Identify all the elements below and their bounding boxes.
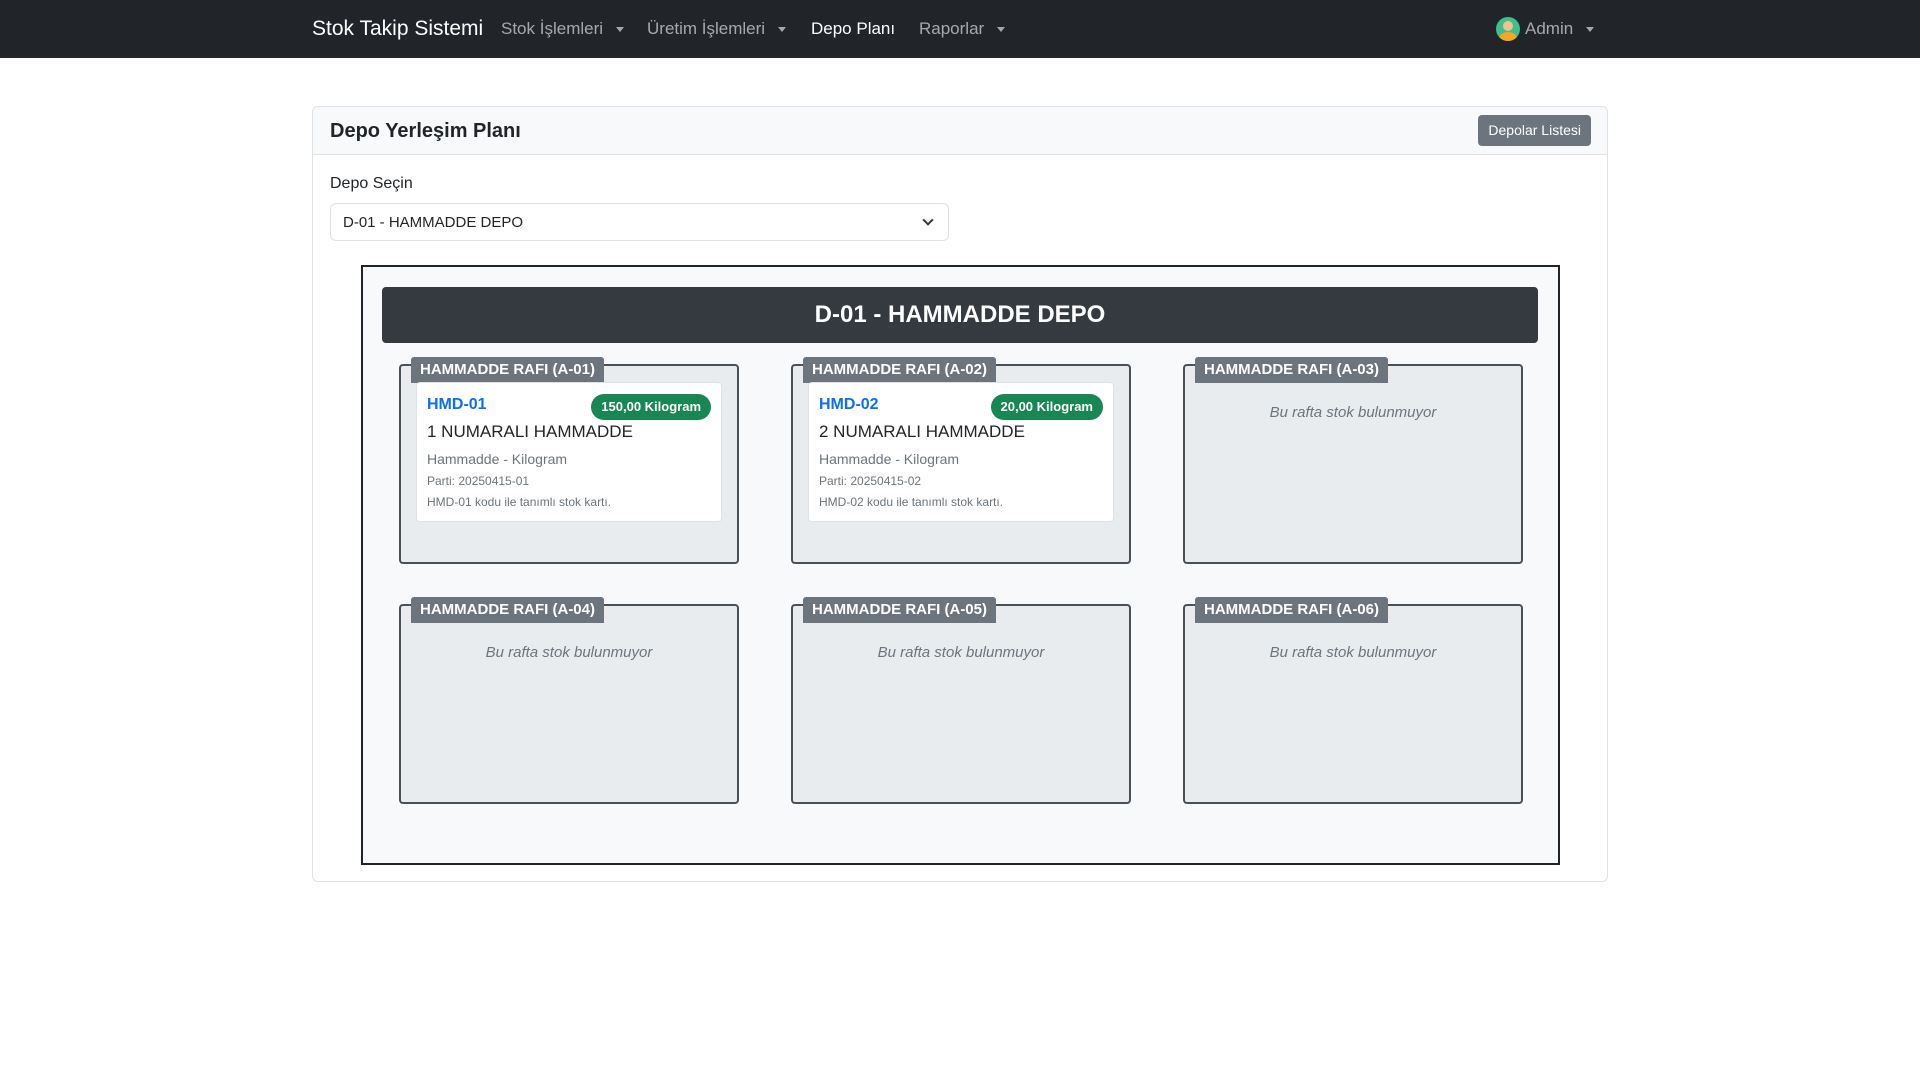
nav-stock-operations-label: Stok İşlemleri <box>501 19 604 38</box>
caret-down-icon <box>1586 26 1595 32</box>
nav-production-operations-label: Üretim İşlemleri <box>647 19 766 38</box>
warehouse-select-value: D-01 - HAMMADDE DEPO <box>343 214 524 231</box>
stock-batch: Parti: 20250415-02 <box>819 474 922 488</box>
nav-warehouse-plan[interactable]: Depo Planı <box>811 19 895 39</box>
quantity-badge: 150,00 Kilogram <box>591 394 711 420</box>
warehouse-select-label: Depo Seçin <box>330 175 413 192</box>
shelf-label: HAMMADDE RAFI (A-04) <box>411 597 604 623</box>
caret-down-icon <box>997 26 1006 32</box>
shelf-a-01: HAMMADDE RAFI (A-01) HMD-01 150,00 Kilog… <box>399 357 739 564</box>
shelf-a-02: HAMMADDE RAFI (A-02) HMD-02 20,00 Kilogr… <box>791 357 1131 564</box>
shelf-a-04: HAMMADDE RAFI (A-04) Bu rafta stok bulun… <box>399 597 739 804</box>
stock-batch: Parti: 20250415-01 <box>427 474 530 488</box>
warehouse-map: D-01 - HAMMADDE DEPO HAMMADDE RAFI (A-01… <box>361 265 1560 865</box>
card-header: Depo Yerleşim Planı Depolar Listesi <box>313 107 1607 155</box>
stock-name: 1 NUMARALI HAMMADDE <box>427 422 633 441</box>
shelf-label: HAMMADDE RAFI (A-03) <box>1195 357 1388 383</box>
warehouse-select[interactable]: D-01 - HAMMADDE DEPO <box>330 203 949 241</box>
stock-card[interactable]: HMD-01 150,00 Kilogram 1 NUMARALI HAMMAD… <box>416 382 722 522</box>
user-menu[interactable]: Admin <box>1496 17 1595 41</box>
empty-shelf-text: Bu rafta stok bulunmuyor <box>485 644 653 661</box>
chevron-down-icon <box>922 214 934 226</box>
shelf-label: HAMMADDE RAFI (A-06) <box>1195 597 1388 623</box>
quantity-badge: 20,00 Kilogram <box>990 394 1103 420</box>
shelf-a-03: HAMMADDE RAFI (A-03) Bu rafta stok bulun… <box>1183 357 1523 564</box>
stock-code[interactable]: HMD-01 <box>427 396 487 414</box>
warehouse-layout-card: Depo Yerleşim Planı Depolar Listesi Depo… <box>312 106 1608 882</box>
user-avatar-icon <box>1496 17 1520 41</box>
nav-reports-label: Raporlar <box>919 19 985 38</box>
nav-warehouse-plan-label: Depo Planı <box>811 19 896 38</box>
empty-shelf-text: Bu rafta stok bulunmuyor <box>1269 404 1437 421</box>
shelf-a-06: HAMMADDE RAFI (A-06) Bu rafta stok bulun… <box>1183 597 1523 804</box>
stock-description: HMD-01 kodu ile tanımlı stok kartı. <box>427 495 612 509</box>
stock-card[interactable]: HMD-02 20,00 Kilogram 2 NUMARALI HAMMADD… <box>808 382 1114 522</box>
user-name: Admin <box>1525 19 1574 38</box>
nav-stock-operations[interactable]: Stok İşlemleri <box>501 19 625 39</box>
shelf-label: HAMMADDE RAFI (A-05) <box>803 597 996 623</box>
shelf-a-05: HAMMADDE RAFI (A-05) Bu rafta stok bulun… <box>791 597 1131 804</box>
top-navbar: Stok Takip Sistemi Stok İşlemleri Üretim… <box>0 0 1920 58</box>
stock-type: Hammadde - Kilogram <box>819 451 960 467</box>
nav-reports[interactable]: Raporlar <box>919 19 1006 39</box>
empty-shelf-text: Bu rafta stok bulunmuyor <box>1269 644 1437 661</box>
caret-down-icon <box>778 26 787 32</box>
nav-production-operations[interactable]: Üretim İşlemleri <box>647 19 787 39</box>
caret-down-icon <box>616 26 625 32</box>
shelf-label: HAMMADDE RAFI (A-02) <box>803 357 996 383</box>
stock-type: Hammadde - Kilogram <box>427 451 568 467</box>
stock-description: HMD-02 kodu ile tanımlı stok kartı. <box>819 495 1004 509</box>
page-title: Depo Yerleşim Planı <box>330 120 521 142</box>
brand-link[interactable]: Stok Takip Sistemi <box>312 17 483 41</box>
stock-code[interactable]: HMD-02 <box>819 396 879 414</box>
warehouse-map-title: D-01 - HAMMADDE DEPO <box>382 287 1538 343</box>
stock-name: 2 NUMARALI HAMMADDE <box>819 422 1025 441</box>
warehouses-list-button[interactable]: Depolar Listesi <box>1478 115 1591 146</box>
shelf-label: HAMMADDE RAFI (A-01) <box>411 357 604 383</box>
empty-shelf-text: Bu rafta stok bulunmuyor <box>877 644 1045 661</box>
